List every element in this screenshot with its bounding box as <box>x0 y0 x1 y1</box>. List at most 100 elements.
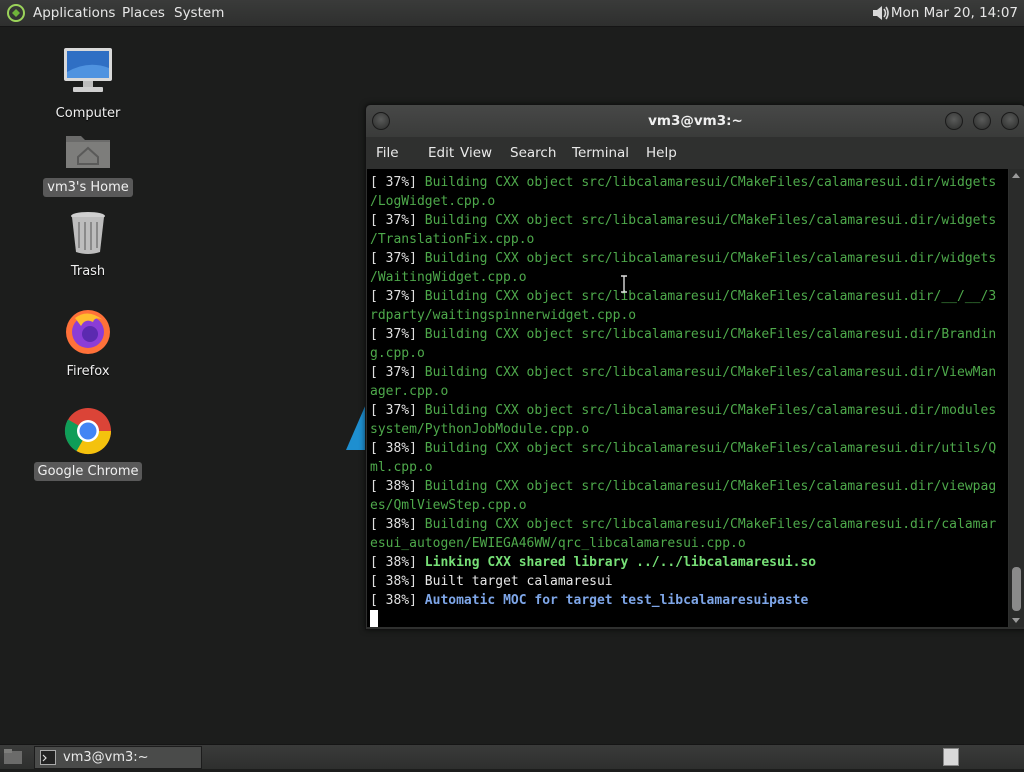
desktop-icon-firefox[interactable]: Firefox <box>33 306 143 381</box>
progress-percent: [ 38%] <box>370 479 425 494</box>
line-text: /WaitingWidget.cpp.o <box>370 270 527 285</box>
line-text: Building CXX object src/libcalamaresui/C… <box>424 403 997 418</box>
desktop-icon-label: Computer <box>55 106 121 121</box>
terminal-line: [ 37%] Building CXX object src/libcalama… <box>370 325 1008 344</box>
progress-percent: [ 37%] <box>370 213 425 228</box>
terminal-line: ml.cpp.o <box>370 458 1008 477</box>
terminal-line: [ 38%] Automatic MOC for target test_lib… <box>370 591 1008 610</box>
progress-percent: [ 38%] <box>370 574 425 589</box>
terminal-menubar: File Edit View Search Terminal Help <box>366 137 1024 169</box>
progress-percent: [ 37%] <box>370 403 425 418</box>
terminal-line: g.cpp.o <box>370 344 1008 363</box>
progress-percent: [ 38%] <box>370 593 425 608</box>
terminal-line: [ 38%] Linking CXX shared library ../../… <box>370 553 1008 572</box>
line-text: Linking CXX shared library ../../libcala… <box>424 555 817 570</box>
applications-menu[interactable]: Applications <box>33 0 115 26</box>
window-menu-icon[interactable] <box>372 112 390 130</box>
desktop-icon-home[interactable]: vm3's Home <box>33 128 143 197</box>
terminal-line: esui_autogen/EWIEGA46WW/qrc_libcalamares… <box>370 534 1008 553</box>
terminal-line: /WaitingWidget.cpp.o <box>370 268 1008 287</box>
chrome-icon <box>63 408 113 460</box>
system-menu[interactable]: System <box>174 0 224 26</box>
terminal-lines: [ 37%] Building CXX object src/libcalama… <box>367 169 1008 627</box>
terminal-line: [ 38%] Built target calamaresui <box>370 572 1008 591</box>
menu-terminal[interactable]: Terminal <box>568 137 633 169</box>
terminal-line: ager.cpp.o <box>370 382 1008 401</box>
desktop-icon-label: Firefox <box>66 364 110 379</box>
top-panel: Applications Places System Mon Mar 20, 1… <box>0 0 1024 27</box>
scroll-down-icon[interactable] <box>1012 618 1020 623</box>
line-text: Building CXX object src/libcalamaresui/C… <box>424 251 997 266</box>
clock[interactable]: Mon Mar 20, 14:07 <box>891 0 1018 26</box>
menu-search[interactable]: Search <box>506 137 560 169</box>
menu-file[interactable]: File <box>372 137 403 169</box>
line-text: Building CXX object src/libcalamaresui/C… <box>424 365 997 380</box>
menu-view[interactable]: View <box>456 137 496 169</box>
taskbar-window-label: vm3@vm3:~ <box>63 750 149 765</box>
desktop-icon-trash[interactable]: Trash <box>33 208 143 281</box>
desktop-icon-label: Google Chrome <box>33 462 143 481</box>
terminal-line: [ 37%] Building CXX object src/libcalama… <box>370 287 1008 306</box>
progress-percent: [ 37%] <box>370 251 425 266</box>
terminal-titlebar[interactable]: vm3@vm3:~ <box>366 105 1024 137</box>
desktop-icon-chrome[interactable]: Google Chrome <box>33 406 143 481</box>
scrollbar-thumb[interactable] <box>1012 567 1021 611</box>
terminal-line: [ 38%] Building CXX object src/libcalama… <box>370 439 1008 458</box>
terminal-line: /LogWidget.cpp.o <box>370 192 1008 211</box>
line-text: rdparty/waitingspinnerwidget.cpp.o <box>370 308 637 323</box>
terminal-line: /TranslationFix.cpp.o <box>370 230 1008 249</box>
line-text: Automatic MOC for target test_libcalamar… <box>424 593 809 608</box>
line-text: Building CXX object src/libcalamaresui/C… <box>424 441 997 456</box>
distro-logo-icon[interactable] <box>6 3 26 23</box>
progress-percent: [ 37%] <box>370 365 425 380</box>
workspace-switcher[interactable] <box>943 748 959 766</box>
terminal-scrollbar[interactable] <box>1009 169 1024 627</box>
progress-percent: [ 38%] <box>370 555 425 570</box>
progress-percent: [ 37%] <box>370 175 425 190</box>
line-text: Building CXX object src/libcalamaresui/C… <box>424 327 997 342</box>
close-icon[interactable] <box>1001 112 1019 130</box>
minimize-icon[interactable] <box>945 112 963 130</box>
progress-percent: [ 37%] <box>370 289 425 304</box>
trash-icon <box>68 212 108 260</box>
menu-help[interactable]: Help <box>642 137 681 169</box>
scroll-up-icon[interactable] <box>1012 173 1020 178</box>
line-text: Building CXX object src/libcalamaresui/C… <box>424 517 997 532</box>
terminal-line: system/PythonJobModule.cpp.o <box>370 420 1008 439</box>
text-cursor-icon <box>620 275 628 293</box>
progress-percent: [ 38%] <box>370 441 425 456</box>
line-text: /LogWidget.cpp.o <box>370 194 496 209</box>
terminal-window[interactable]: vm3@vm3:~ File Edit View Search Terminal… <box>365 104 1024 630</box>
places-menu[interactable]: Places <box>122 0 165 26</box>
line-text: ml.cpp.o <box>370 460 433 475</box>
maximize-icon[interactable] <box>973 112 991 130</box>
desktop-icon-label: vm3's Home <box>43 178 133 197</box>
line-text: es/QmlViewStep.cpp.o <box>370 498 527 513</box>
prompt-line <box>370 610 1008 627</box>
progress-percent: [ 38%] <box>370 517 425 532</box>
line-text: Building CXX object src/libcalamaresui/C… <box>424 175 997 190</box>
menu-edit[interactable]: Edit <box>424 137 458 169</box>
line-text: /TranslationFix.cpp.o <box>370 232 535 247</box>
terminal-icon <box>40 750 56 765</box>
line-text: Building CXX object src/libcalamaresui/C… <box>424 479 997 494</box>
volume-icon[interactable] <box>870 3 892 23</box>
terminal-line: [ 37%] Building CXX object src/libcalama… <box>370 249 1008 268</box>
terminal-line: es/QmlViewStep.cpp.o <box>370 496 1008 515</box>
terminal-output[interactable]: [ 37%] Building CXX object src/libcalama… <box>367 169 1008 627</box>
show-desktop-icon[interactable] <box>3 748 23 765</box>
line-text: ager.cpp.o <box>370 384 449 399</box>
progress-percent: [ 37%] <box>370 327 425 342</box>
desktop-icon-computer[interactable]: Computer <box>33 46 143 123</box>
taskbar-window-button[interactable]: vm3@vm3:~ <box>34 746 202 769</box>
bottom-panel: vm3@vm3:~ <box>0 744 1024 769</box>
line-text: esui_autogen/EWIEGA46WW/qrc_libcalamares… <box>370 536 746 551</box>
window-title: vm3@vm3:~ <box>648 113 743 129</box>
home-folder-icon <box>63 136 113 176</box>
line-text: Building CXX object src/libcalamaresui/C… <box>424 213 997 228</box>
terminal-line: [ 37%] Building CXX object src/libcalama… <box>370 173 1008 192</box>
line-text: Built target calamaresui <box>424 574 613 589</box>
terminal-line: rdparty/waitingspinnerwidget.cpp.o <box>370 306 1008 325</box>
terminal-line: [ 37%] Building CXX object src/libcalama… <box>370 401 1008 420</box>
terminal-cursor <box>370 610 378 627</box>
